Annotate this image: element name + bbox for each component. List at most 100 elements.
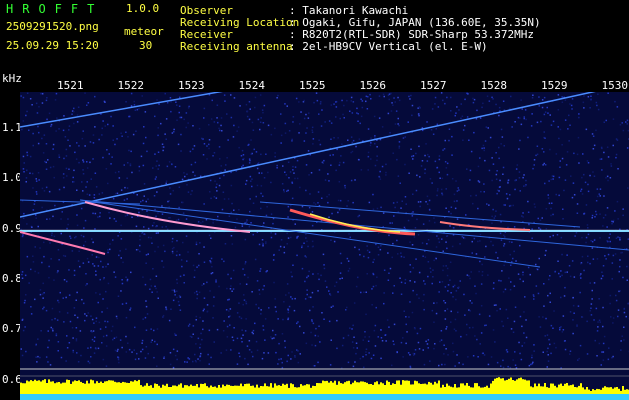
noise-dot — [231, 243, 234, 245]
noise-dot — [125, 101, 127, 103]
noise-dot — [591, 298, 593, 300]
noise-dot — [419, 205, 421, 208]
noise-dot — [506, 351, 509, 353]
noise-dot — [577, 305, 580, 307]
spectrum-bar — [260, 386, 262, 394]
noise-dot — [26, 151, 28, 154]
noise-dot — [57, 299, 59, 302]
spectrum-bar — [178, 384, 180, 394]
noise-dot — [224, 169, 226, 171]
noise-dot — [35, 178, 37, 180]
noise-dot — [145, 262, 147, 264]
spectrum-bar — [606, 387, 608, 394]
noise-dot — [508, 205, 511, 207]
noise-dot — [245, 179, 248, 182]
noise-dot — [374, 324, 377, 327]
noise-dot — [262, 329, 265, 331]
noise-dot — [28, 129, 30, 131]
noise-dot — [230, 277, 232, 280]
noise-dot — [335, 101, 337, 103]
noise-dot — [55, 92, 58, 95]
noise-dot — [41, 293, 44, 295]
spectrum-bar — [378, 384, 380, 394]
noise-dot — [139, 244, 141, 247]
spectrum-bar — [370, 384, 372, 394]
noise-dot — [318, 278, 320, 281]
noise-dot — [594, 216, 596, 218]
noise-dot — [385, 171, 387, 174]
noise-dot — [77, 260, 80, 262]
noise-dot — [422, 300, 424, 302]
noise-dot — [230, 211, 232, 214]
noise-dot — [22, 120, 25, 122]
noise-dot — [29, 98, 32, 100]
noise-dot — [366, 249, 369, 252]
noise-dot — [38, 131, 40, 134]
noise-dot — [217, 121, 219, 124]
noise-dot — [195, 290, 198, 293]
noise-dot — [197, 221, 200, 223]
noise-dot — [514, 364, 517, 366]
noise-dot — [404, 196, 407, 198]
noise-dot — [262, 195, 264, 197]
x-tick-1521: 1521 — [57, 79, 84, 92]
noise-dot — [72, 337, 74, 339]
noise-dot — [455, 290, 458, 292]
noise-dot — [457, 311, 459, 314]
noise-dot — [568, 265, 571, 267]
noise-dot — [503, 145, 505, 147]
noise-dot — [523, 311, 525, 313]
noise-dot — [403, 256, 405, 258]
noise-dot — [95, 292, 97, 294]
noise-dot — [250, 351, 253, 353]
noise-dot — [388, 93, 391, 95]
noise-dot — [573, 152, 575, 155]
noise-dot — [365, 351, 367, 353]
noise-dot — [571, 98, 574, 100]
noise-dot — [143, 183, 146, 185]
noise-dot — [112, 338, 114, 341]
noise-dot — [583, 212, 586, 215]
noise-dot — [438, 155, 441, 157]
noise-dot — [39, 247, 41, 249]
spectrum-bar — [354, 380, 356, 394]
noise-dot — [536, 153, 539, 156]
noise-dot — [230, 349, 232, 351]
noise-dot — [421, 242, 424, 244]
noise-dot — [483, 191, 485, 193]
noise-dot — [602, 359, 605, 361]
noise-dot — [185, 126, 187, 129]
noise-dot — [252, 355, 254, 358]
noise-dot — [357, 276, 359, 279]
noise-dot — [596, 188, 599, 190]
noise-dot — [229, 288, 232, 290]
noise-dot — [486, 203, 488, 205]
noise-dot — [443, 300, 445, 302]
noise-dot — [482, 102, 484, 105]
noise-dot — [581, 193, 584, 195]
noise-dot — [125, 316, 128, 319]
noise-dot — [227, 198, 230, 200]
noise-dot — [563, 340, 566, 342]
noise-dot — [258, 172, 260, 174]
noise-dot — [560, 270, 562, 272]
noise-dot — [92, 158, 94, 160]
noise-dot — [382, 212, 385, 214]
noise-dot — [446, 247, 448, 250]
noise-dot — [194, 174, 196, 177]
noise-dot — [390, 92, 392, 95]
noise-dot — [178, 254, 181, 256]
noise-dot — [226, 157, 228, 159]
noise-dot — [156, 291, 158, 293]
noise-dot — [87, 261, 90, 263]
noise-dot — [270, 232, 272, 234]
noise-dot — [140, 350, 142, 353]
spectrum-bar — [94, 383, 96, 394]
noise-dot — [140, 155, 143, 158]
noise-dot — [564, 179, 567, 181]
noise-dot — [73, 274, 76, 276]
noise-dot — [462, 129, 465, 131]
noise-dot — [294, 355, 296, 357]
noise-dot — [551, 202, 553, 204]
noise-dot — [254, 96, 257, 99]
